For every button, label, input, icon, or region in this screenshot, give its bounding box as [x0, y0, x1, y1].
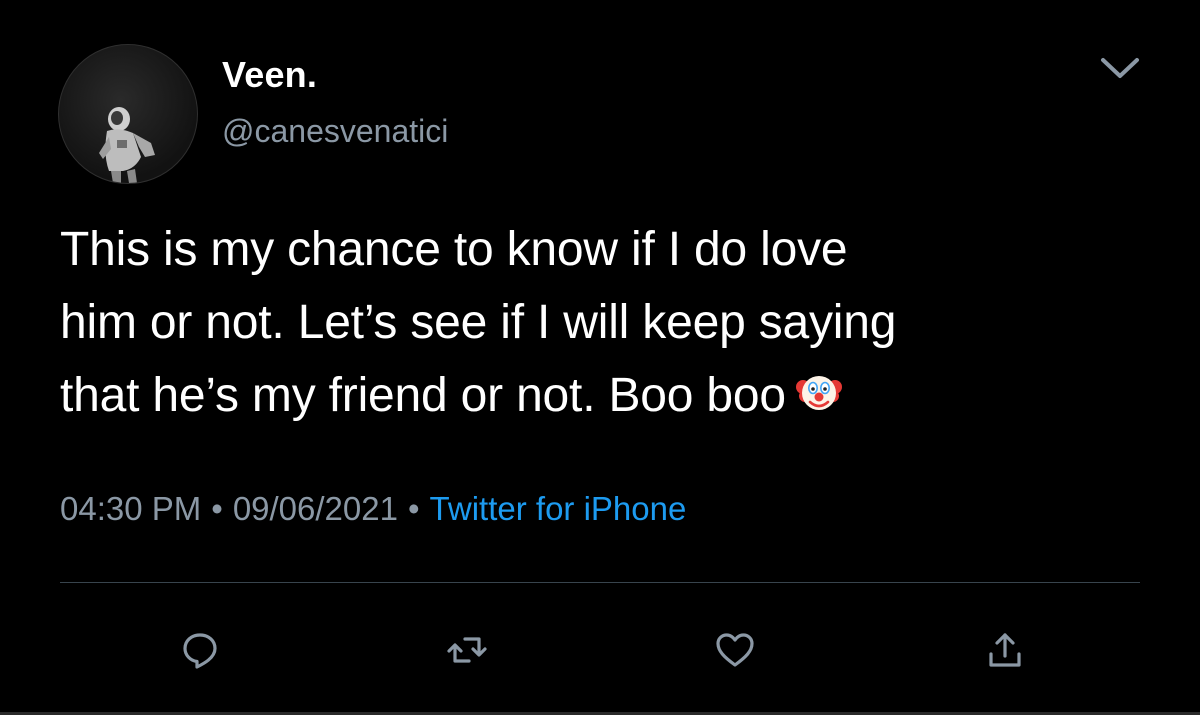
heart-icon [716, 633, 754, 667]
avatar[interactable] [58, 44, 198, 184]
clown-face-icon [795, 363, 842, 410]
reply-button[interactable] [165, 615, 235, 685]
reply-icon [183, 633, 217, 669]
tweet-time: 04:30 PM [60, 490, 202, 527]
action-bar [0, 615, 1200, 685]
share-button[interactable] [970, 615, 1040, 685]
separator-dot: • [211, 490, 223, 527]
divider [60, 582, 1140, 583]
tweet-date: 09/06/2021 [232, 490, 398, 527]
display-name[interactable]: Veen. [222, 54, 317, 96]
tweet-text-line: him or not. Let’s see if I will keep say… [60, 296, 897, 349]
retweet-icon [447, 637, 487, 663]
tweet-text-line: that he’s my friend or not. Boo boo [60, 359, 1160, 432]
chevron-down-icon[interactable] [1097, 52, 1143, 82]
like-button[interactable] [700, 615, 770, 685]
astronaut-avatar-image [99, 107, 155, 183]
tweet-text-line: This is my chance to know if I do love [60, 223, 848, 276]
tweet-text-fragment: that he’s my friend or not. Boo boo [60, 369, 786, 422]
tweet-text: This is my chance to know if I do love h… [60, 213, 1160, 432]
tweet-card: Veen. @canesvenatici This is my chance t… [0, 0, 1200, 715]
share-icon [989, 633, 1021, 667]
retweet-button[interactable] [432, 615, 502, 685]
tweet-metadata: 04:30 PM • 09/06/2021 • Twitter for iPhone [60, 490, 686, 528]
separator-dot: • [407, 490, 420, 527]
user-handle[interactable]: @canesvenatici [222, 113, 448, 150]
tweet-source-link[interactable]: Twitter for iPhone [430, 490, 687, 528]
